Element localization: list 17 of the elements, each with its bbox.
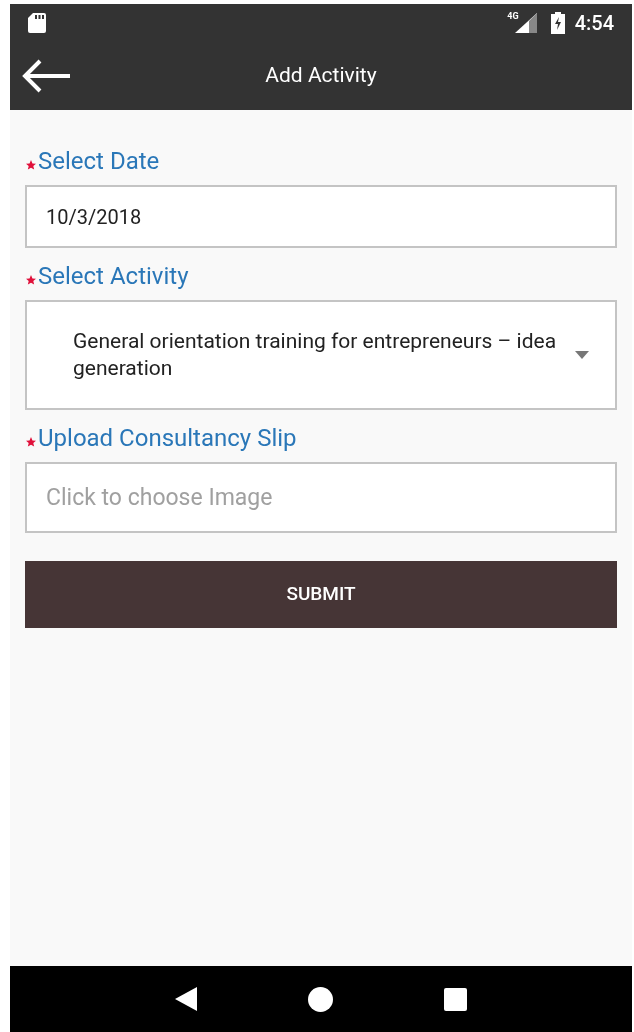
image-picker-field[interactable]: Click to choose Image — [25, 462, 617, 533]
sd-card-icon — [28, 13, 46, 33]
field-label: Upload Consultancy Slip — [38, 424, 297, 452]
back-nav-icon[interactable] — [175, 987, 198, 1011]
activity-dropdown[interactable]: General orientation training for entrepreneurs – idea generation — [25, 300, 617, 410]
field-label: Select Date — [38, 147, 160, 175]
home-nav-icon[interactable] — [308, 986, 333, 1012]
back-arrow-icon — [22, 59, 72, 93]
date-field[interactable]: 10/3/2018 — [25, 185, 617, 248]
battery-charging-icon — [550, 12, 565, 34]
screen-title: Add Activity — [265, 62, 377, 90]
network-type: 4G — [507, 10, 519, 23]
dropdown-caret-icon — [575, 351, 589, 359]
submit-button[interactable]: SUBMIT — [25, 561, 617, 628]
field-label: Select Activity — [38, 262, 189, 290]
clock-time: 4:54 — [574, 10, 614, 37]
recents-nav-icon[interactable] — [443, 987, 467, 1011]
